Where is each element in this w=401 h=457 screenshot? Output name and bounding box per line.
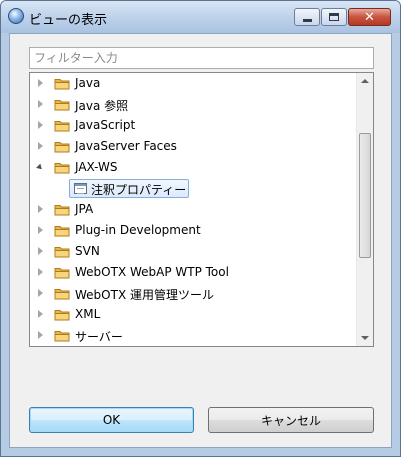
minimize-button[interactable] <box>294 8 320 26</box>
scrollbar-thumb[interactable] <box>359 133 371 258</box>
tree-item-label: JavaScript <box>75 118 136 132</box>
tree-item[interactable]: SVN <box>30 241 356 262</box>
close-button[interactable]: ✕ <box>348 8 391 26</box>
expand-arrow-icon[interactable] <box>38 331 43 339</box>
expand-arrow-icon[interactable] <box>38 79 43 87</box>
collapse-arrow-icon[interactable] <box>36 163 44 172</box>
tree-item-label: WebOTX 運用管理ツール <box>75 288 214 302</box>
tree-item-label: Java 参照 <box>75 99 129 113</box>
tree-item[interactable]: サーバー <box>30 325 356 346</box>
expand-arrow-icon[interactable] <box>38 100 43 108</box>
tree-item[interactable]: XML <box>30 304 356 325</box>
tree-item[interactable]: JAX-WS <box>30 157 356 178</box>
expand-arrow-icon[interactable] <box>38 310 43 318</box>
view-icon <box>74 183 87 194</box>
filter-input[interactable] <box>29 47 374 69</box>
tree-item-label: サーバー <box>75 330 123 344</box>
tree-item[interactable]: WebOTX WebAP WTP Tool <box>30 262 356 283</box>
expand-arrow-icon[interactable] <box>38 268 43 276</box>
tree-item-label: WebOTX WebAP WTP Tool <box>75 265 229 279</box>
tree-item-label: JavaServer Faces <box>75 139 177 153</box>
tree-item[interactable]: Java <box>30 73 356 94</box>
cancel-button[interactable]: キャンセル <box>208 407 374 433</box>
tree-item[interactable]: JPA <box>30 199 356 220</box>
expand-arrow-icon[interactable] <box>38 226 43 234</box>
expand-arrow-icon[interactable] <box>38 142 43 150</box>
tree-item-label: 注釈プロパティー <box>91 183 187 197</box>
scroll-down-icon[interactable] <box>361 336 369 340</box>
expand-arrow-icon[interactable] <box>38 289 43 297</box>
minimize-icon <box>302 18 312 22</box>
tree-item[interactable]: Java 参照 <box>30 94 356 115</box>
view-tree: Java Java 参照 JavaScript JavaServer Faces JAX… <box>29 72 374 347</box>
expand-arrow-icon[interactable] <box>38 121 43 129</box>
tree-item[interactable]: JavaScript <box>30 115 356 136</box>
dialog-content: Java Java 参照 JavaScript JavaServer Faces JAX… <box>9 33 392 448</box>
eclipse-app-icon <box>8 8 24 24</box>
tree-item-label: JAX-WS <box>75 160 118 174</box>
expand-arrow-icon[interactable] <box>38 205 43 213</box>
tree-item-label: Plug-in Development <box>75 223 201 237</box>
ok-button[interactable]: OK <box>29 407 194 433</box>
maximize-button[interactable] <box>321 8 347 26</box>
vertical-scrollbar[interactable] <box>356 73 373 346</box>
title-bar[interactable]: ビューの表示 ✕ <box>1 1 400 33</box>
expand-arrow-icon[interactable] <box>38 247 43 255</box>
tree-item-label: JPA <box>75 202 94 216</box>
tree-item[interactable]: Plug-in Development <box>30 220 356 241</box>
tree-item-child[interactable]: 注釈プロパティー <box>69 178 193 199</box>
tree-item-label: SVN <box>75 244 100 258</box>
close-icon: ✕ <box>364 9 375 25</box>
tree-item-label: Java <box>75 76 101 90</box>
scroll-up-icon[interactable] <box>361 79 369 83</box>
window-title: ビューの表示 <box>29 13 108 28</box>
tree-item[interactable]: JavaServer Faces <box>30 136 356 157</box>
dialog-window: ビューの表示 ✕ Java Java 参照 JavaScript JavaServer… <box>0 0 401 457</box>
maximize-icon <box>329 13 339 21</box>
tree-item-label: XML <box>75 307 101 321</box>
tree-item[interactable]: WebOTX 運用管理ツール <box>30 283 356 304</box>
